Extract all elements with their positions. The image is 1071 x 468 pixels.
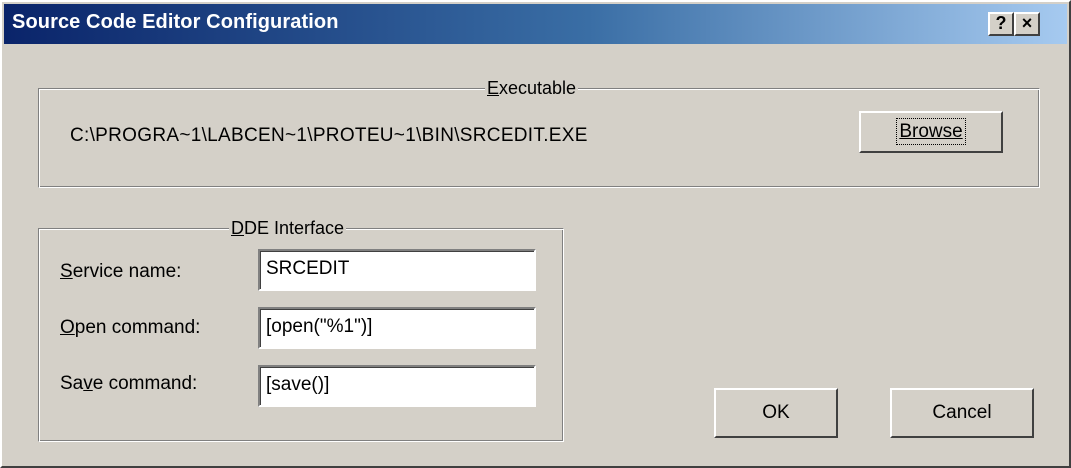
executable-path: C:\PROGRA~1\LABCEN~1\PROTEU~1\BIN\SRCEDI… xyxy=(70,125,588,146)
dialog-window: Source Code Editor Configuration ? × Exe… xyxy=(0,0,1071,468)
ok-button[interactable]: OK xyxy=(714,388,838,438)
dialog-title: Source Code Editor Configuration xyxy=(12,11,339,33)
save-command-input[interactable]: [save()] xyxy=(258,365,536,407)
executable-group-label: Executable xyxy=(485,76,579,100)
executable-group: Executable C:\PROGRA~1\LABCEN~1\PROTEU~1… xyxy=(38,76,1040,188)
browse-button[interactable]: Browse xyxy=(859,111,1003,153)
save-command-label: Save command: xyxy=(60,373,198,394)
title-bar[interactable]: Source Code Editor Configuration ? × xyxy=(4,4,1067,44)
help-button[interactable]: ? xyxy=(988,12,1014,36)
open-command-label: Open command: xyxy=(60,317,201,338)
dde-group-label: DDE Interface xyxy=(229,216,347,240)
dde-interface-group: DDE Interface Service name: SRCEDIT Open… xyxy=(38,216,564,442)
cancel-button[interactable]: Cancel xyxy=(890,388,1034,438)
close-button[interactable]: × xyxy=(1014,12,1040,36)
browse-button-label: Browse xyxy=(896,118,966,145)
service-name-input[interactable]: SRCEDIT xyxy=(258,249,536,291)
service-name-label: Service name: xyxy=(60,261,182,282)
open-command-input[interactable]: [open("%1")] xyxy=(258,307,536,349)
